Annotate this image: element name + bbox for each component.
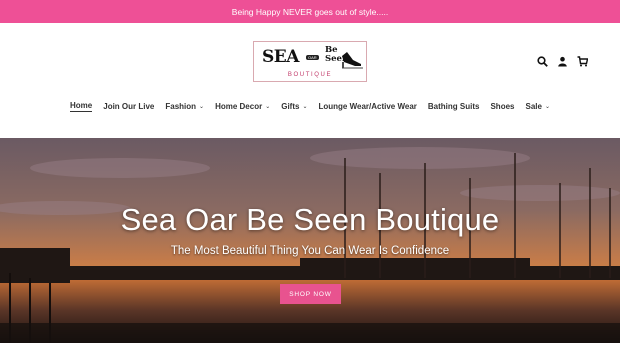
nav-item-home[interactable]: Home xyxy=(70,101,93,112)
logo-oar: OAR xyxy=(306,55,319,60)
high-heel-icon xyxy=(342,52,363,69)
hero-subtitle: The Most Beautiful Thing You Can Wear Is… xyxy=(170,245,450,257)
chevron-down-icon: ⌄ xyxy=(302,103,308,110)
nav-item-gifts[interactable]: Gifts ⌄ xyxy=(281,101,307,112)
nav-item-sale[interactable]: Sale ⌄ xyxy=(525,101,550,112)
announcement-bar: Being Happy NEVER goes out of style..... xyxy=(0,0,620,23)
main-nav: Home Join Our Live Fashion ⌄ Home Decor ⌄ … xyxy=(0,101,620,112)
shop-now-button[interactable]: SHOP NOW xyxy=(280,284,341,304)
chevron-down-icon: ⌄ xyxy=(544,103,550,110)
logo-boutique: BOUTIQUE xyxy=(287,72,333,78)
logo-sea: SEA xyxy=(262,47,299,67)
search-icon[interactable] xyxy=(537,56,548,67)
nav-item-shoes[interactable]: Shoes xyxy=(490,101,514,112)
chevron-down-icon: ⌄ xyxy=(265,103,271,110)
nav-item-fashion[interactable]: Fashion ⌄ xyxy=(165,101,204,112)
user-icon[interactable] xyxy=(557,56,568,67)
nav-item-lounge-wear[interactable]: Lounge Wear/Active Wear xyxy=(319,101,417,112)
nav-item-home-decor[interactable]: Home Decor ⌄ xyxy=(215,101,270,112)
cart-icon[interactable] xyxy=(577,56,588,67)
chevron-down-icon: ⌄ xyxy=(199,103,205,110)
announcement-text: Being Happy NEVER goes out of style..... xyxy=(231,6,389,17)
nav-item-bathing-suits[interactable]: Bathing Suits xyxy=(428,101,480,112)
logo[interactable]: SEA OAR Be Seen BOUTIQUE xyxy=(253,41,367,82)
hero-banner: Sea Oar Be Seen Boutique The Most Beauti… xyxy=(0,138,620,343)
nav-item-join-our-live[interactable]: Join Our Live xyxy=(103,101,154,112)
header-icons xyxy=(537,56,588,67)
hero-title: Sea Oar Be Seen Boutique xyxy=(120,202,500,237)
site-header: SEA OAR Be Seen BOUTIQUE Home Join Our L… xyxy=(0,23,620,138)
hero-marina-sunset-image xyxy=(0,138,620,343)
